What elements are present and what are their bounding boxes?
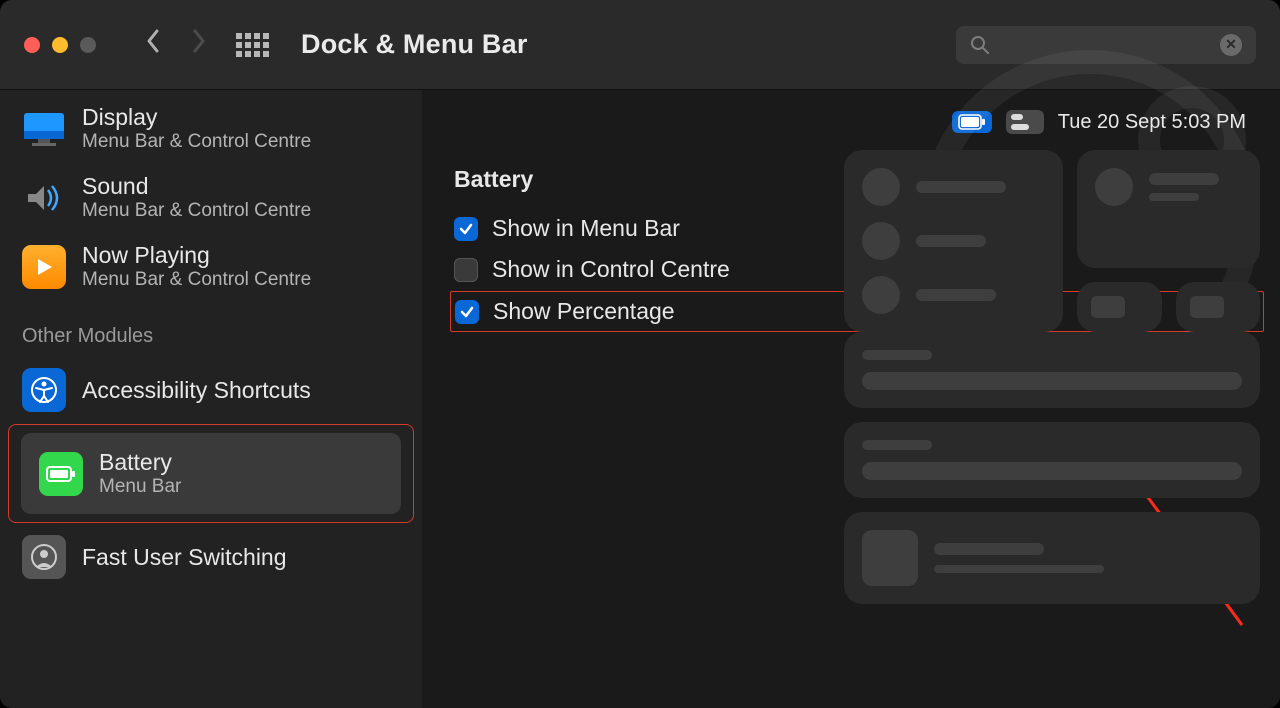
control-centre-preview <box>844 150 1260 618</box>
search-icon <box>970 35 990 55</box>
sidebar-title: Display <box>82 104 311 131</box>
sidebar-subtitle: Menu Bar & Control Centre <box>82 269 311 291</box>
menubar-preview: Tue 20 Sept 5:03 PM <box>448 106 1254 154</box>
sidebar-title: Now Playing <box>82 242 311 269</box>
titlebar: Dock & Menu Bar ✕ <box>0 0 1280 90</box>
sidebar-subtitle: Menu Bar & Control Centre <box>82 131 311 153</box>
forward-button[interactable] <box>190 27 208 62</box>
display-icon <box>22 107 66 151</box>
main-pane: Tue 20 Sept 5:03 PM Battery Show in Menu… <box>422 90 1280 708</box>
option-label: Show Percentage <box>493 298 675 325</box>
sidebar-item-sound[interactable]: Sound Menu Bar & Control Centre <box>0 163 422 232</box>
clear-search-button[interactable]: ✕ <box>1220 34 1242 56</box>
sidebar-section-other: Other Modules <box>0 301 422 358</box>
menubar-control-centre-icon[interactable] <box>1006 110 1044 134</box>
option-label: Show in Control Centre <box>492 256 730 283</box>
sidebar-title: Fast User Switching <box>82 544 287 571</box>
window-controls <box>24 37 96 53</box>
now-playing-icon <box>22 245 66 289</box>
menubar-battery-icon[interactable] <box>952 111 992 133</box>
close-window-button[interactable] <box>24 37 40 53</box>
checkbox-icon <box>454 217 478 241</box>
option-label: Show in Menu Bar <box>492 215 680 242</box>
sidebar-subtitle: Menu Bar & Control Centre <box>82 200 311 222</box>
checkbox-icon <box>455 300 479 324</box>
preferences-window: Dock & Menu Bar ✕ Display Menu Bar & Con… <box>0 0 1280 708</box>
nav-controls <box>144 27 269 62</box>
show-all-icon[interactable] <box>236 33 269 57</box>
back-button[interactable] <box>144 27 162 62</box>
sidebar-item-now-playing[interactable]: Now Playing Menu Bar & Control Centre <box>0 232 422 301</box>
search-field[interactable]: ✕ <box>956 26 1256 64</box>
minimize-window-button[interactable] <box>52 37 68 53</box>
sidebar-item-accessibility[interactable]: Accessibility Shortcuts <box>0 358 422 422</box>
window-title: Dock & Menu Bar <box>301 29 528 60</box>
sidebar-item-battery[interactable]: Battery Menu Bar <box>21 433 401 514</box>
checkbox-icon <box>454 258 478 282</box>
sidebar-item-display[interactable]: Display Menu Bar & Control Centre <box>0 94 422 163</box>
sound-icon <box>22 176 66 220</box>
sidebar-subtitle: Menu Bar <box>99 476 181 498</box>
accessibility-icon <box>22 368 66 412</box>
sidebar-item-fast-user-switching[interactable]: Fast User Switching <box>0 525 422 589</box>
sidebar-title: Battery <box>99 449 181 476</box>
annotation-highlight-sidebar: Battery Menu Bar <box>8 424 414 523</box>
battery-icon <box>39 452 83 496</box>
sidebar-title: Accessibility Shortcuts <box>82 377 311 404</box>
sidebar-title: Sound <box>82 173 311 200</box>
zoom-window-button[interactable] <box>80 37 96 53</box>
menubar-datetime: Tue 20 Sept 5:03 PM <box>1058 111 1246 134</box>
user-icon <box>22 535 66 579</box>
sidebar: Display Menu Bar & Control Centre Sound … <box>0 90 422 708</box>
